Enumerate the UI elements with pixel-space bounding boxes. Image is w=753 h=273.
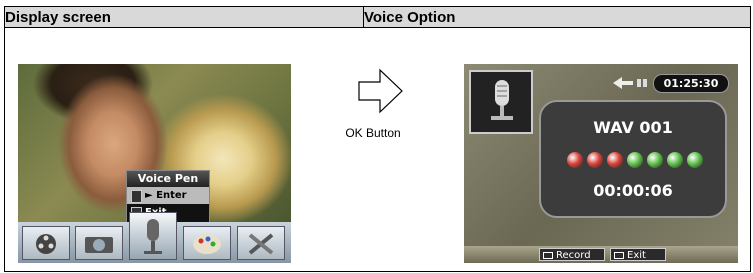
mic-small-icon — [131, 190, 142, 203]
level-dot-red — [587, 152, 603, 168]
mode-tray — [18, 212, 291, 263]
record-icon — [543, 252, 553, 259]
level-dot-green — [647, 152, 663, 168]
microphone-icon — [129, 212, 177, 260]
level-dot-green — [687, 152, 703, 168]
level-dot-green — [627, 152, 643, 168]
level-dot-red — [607, 152, 623, 168]
display-screen-image: Voice Pen ► Enter Exit — [18, 64, 291, 263]
menu-title: Voice Pen — [127, 171, 209, 187]
tools-icon — [237, 226, 285, 260]
recorder-panel: WAV 001 00:00:06 — [539, 100, 727, 218]
return-icon — [614, 252, 624, 259]
total-time: 01:25:30 — [653, 74, 729, 93]
microphone-icon — [469, 70, 533, 134]
film-reel-icon — [22, 226, 70, 260]
elapsed-time: 00:00:06 — [593, 181, 673, 200]
voice-option-screen: 01:25:30 WAV 001 00:00:06 Record Exit — [464, 64, 738, 263]
ok-button-label: OK Button — [345, 126, 401, 140]
right-arrow-icon — [358, 68, 403, 114]
camera-icon — [75, 226, 123, 260]
document-table: Display screen Voice Option Voice Pen ► … — [4, 6, 751, 272]
level-dot-green — [667, 152, 683, 168]
level-dot-red — [567, 152, 583, 168]
menu-item-enter: ► Enter — [127, 187, 209, 204]
header-voice-option: Voice Option — [363, 6, 751, 28]
level-indicator — [567, 152, 717, 168]
header-display-screen: Display screen — [4, 6, 364, 28]
palette-icon — [183, 226, 231, 260]
file-name: WAV 001 — [593, 118, 673, 137]
back-arrow-icon — [613, 77, 647, 89]
table-body-cell: Voice Pen ► Enter Exit — [4, 27, 751, 272]
recorder-button-bar: Record Exit — [464, 246, 738, 263]
record-button: Record — [539, 248, 605, 261]
exit-button: Exit — [610, 248, 666, 261]
